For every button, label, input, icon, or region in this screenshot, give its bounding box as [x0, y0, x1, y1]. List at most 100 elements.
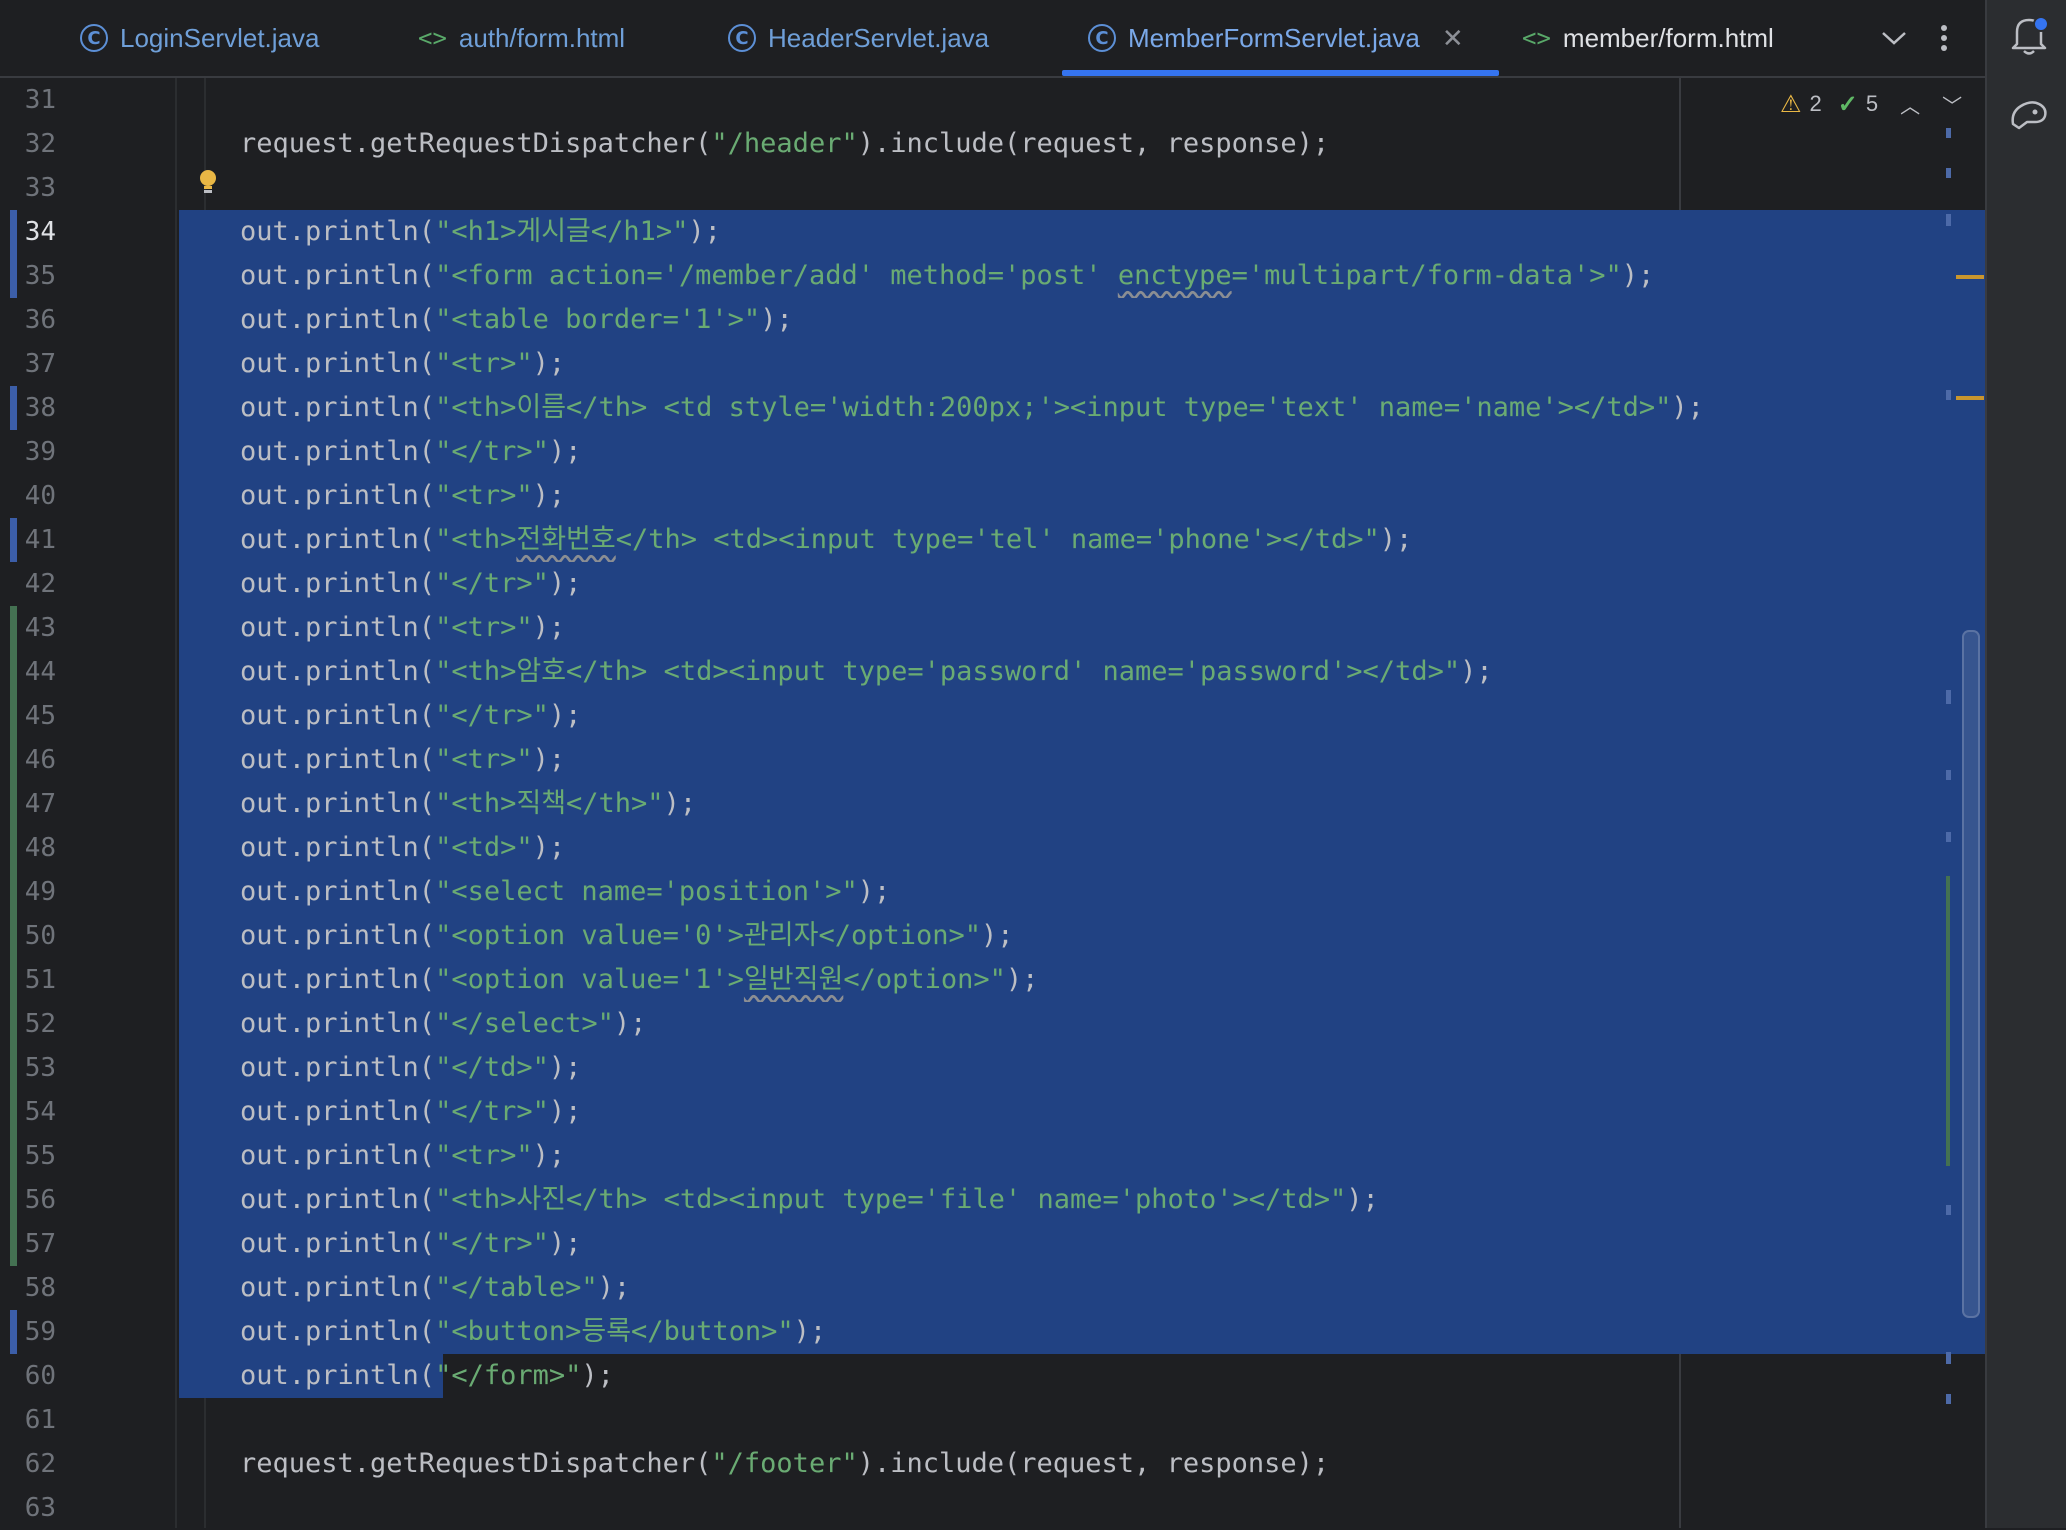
code-text: out.println("</tr>"); — [240, 568, 582, 599]
error-stripe-marker[interactable] — [1946, 214, 1951, 226]
code-text: out.println("<table border='1'>"); — [240, 304, 793, 335]
code-line[interactable]: 63 — [0, 1486, 1985, 1530]
code-line[interactable]: 32 request.getRequestDispatcher("/header"… — [0, 122, 1985, 166]
code-text: out.println("<option value='1'>일반직원</opt… — [240, 964, 1039, 995]
warning-icon: ⚠ — [1780, 90, 1802, 118]
line-number: 42 — [24, 569, 56, 599]
code-text: request.getRequestDispatcher("/header").… — [240, 128, 1330, 159]
code-line[interactable]: 55 out.println("<tr>"); — [0, 1134, 1985, 1178]
line-number: 41 — [24, 525, 56, 555]
error-stripe-marker[interactable] — [1946, 770, 1951, 780]
error-stripe-marker[interactable] — [1946, 690, 1951, 704]
vcs-stripe-marker[interactable] — [1946, 876, 1950, 1166]
code-text: out.println("<tr>"); — [240, 348, 566, 379]
html-file-icon: <> — [418, 24, 447, 52]
code-line[interactable]: 51 out.println("<option value='1'>일반직원</o… — [0, 958, 1985, 1002]
code-line[interactable]: 34 out.println("<h1>게시글</h1>"); — [0, 210, 1985, 254]
code-line[interactable]: 49 out.println("<select name='position'>"… — [0, 870, 1985, 914]
code-line[interactable]: 41 out.println("<th>전화번호</th> <td><input … — [0, 518, 1985, 562]
line-number: 59 — [24, 1317, 56, 1347]
line-number: 38 — [24, 393, 56, 423]
warning-stripe-marker[interactable] — [1956, 396, 1984, 400]
code-line[interactable]: 36 out.println("<table border='1'>"); — [0, 298, 1985, 342]
error-stripe-marker[interactable] — [1946, 128, 1951, 138]
ai-assistant-icon[interactable] — [2007, 94, 2051, 134]
code-line[interactable]: 61 — [0, 1398, 1985, 1442]
line-number: 49 — [24, 877, 56, 907]
line-number: 32 — [24, 129, 56, 159]
warning-count: 2 — [1809, 91, 1822, 116]
more-vertical-icon[interactable] — [1922, 16, 1966, 60]
tab-label: auth/form.html — [458, 22, 626, 53]
code-line[interactable]: 42 out.println("</tr>"); — [0, 562, 1985, 606]
code-line[interactable]: 53 out.println("</td>"); — [0, 1046, 1985, 1090]
notification-badge — [2033, 16, 2049, 32]
code-line[interactable]: 52 out.println("</select>"); — [0, 1002, 1985, 1046]
code-line[interactable]: 44 out.println("<th>암호</th> <td><input ty… — [0, 650, 1985, 694]
code-line[interactable]: 45 out.println("</tr>"); — [0, 694, 1985, 738]
code-line[interactable]: 33 — [0, 166, 1985, 210]
code-line[interactable]: 40 out.println("<tr>"); — [0, 474, 1985, 518]
tab-auth-form[interactable]: <> auth/form.html — [418, 0, 625, 76]
code-line[interactable]: 38 out.println("<th>이름</th> <td style='wi… — [0, 386, 1985, 430]
tab-label: member/form.html — [1562, 22, 1774, 53]
code-line[interactable]: 48 out.println("<td>"); — [0, 826, 1985, 870]
code-line[interactable]: 58 out.println("</table>"); — [0, 1266, 1985, 1310]
line-number: 52 — [24, 1009, 56, 1039]
error-stripe-marker[interactable] — [1946, 390, 1951, 400]
code-line[interactable]: 37 out.println("<tr>"); — [0, 342, 1985, 386]
code-text: out.println("<th>사진</th> <td><input type… — [240, 1184, 1379, 1215]
code-text: out.println("</tr>"); — [240, 436, 582, 467]
warning-stripe-marker[interactable] — [1956, 275, 1984, 279]
code-line[interactable]: 62 request.getRequestDispatcher("/footer"… — [0, 1442, 1985, 1486]
chevron-down-icon[interactable] — [1872, 16, 1916, 60]
code-line[interactable]: 35 out.println("<form action='/member/add… — [0, 254, 1985, 298]
line-number: 58 — [24, 1273, 56, 1303]
inspection-widget[interactable]: ⚠ 2 ✓ 5 ︿ ﹀ — [1780, 86, 1962, 122]
next-highlight-icon[interactable]: ﹀ — [1942, 90, 1962, 119]
code-line[interactable]: 50 out.println("<option value='0'>관리자</op… — [0, 914, 1985, 958]
ok-count: 5 — [1865, 91, 1879, 116]
code-text: out.println("<select name='position'>"); — [240, 876, 891, 907]
line-number: 57 — [24, 1229, 56, 1259]
code-text: request.getRequestDispatcher("/footer").… — [240, 1448, 1330, 1479]
tab-header-servlet[interactable]: C HeaderServlet.java — [728, 0, 989, 76]
line-number: 56 — [24, 1185, 56, 1215]
error-stripe-marker[interactable] — [1946, 1352, 1951, 1364]
code-text: out.println("</table>"); — [240, 1272, 631, 1303]
code-text: out.println("</td>"); — [240, 1052, 582, 1083]
code-line[interactable]: 43 out.println("<tr>"); — [0, 606, 1985, 650]
code-line[interactable]: 54 out.println("</tr>"); — [0, 1090, 1985, 1134]
code-text: out.println("<td>"); — [240, 832, 566, 863]
tab-label: LoginServlet.java — [120, 22, 320, 53]
code-line[interactable]: 56 out.println("<th>사진</th> <td><input ty… — [0, 1178, 1985, 1222]
code-text: out.println("<th>직책</th>"); — [240, 788, 697, 819]
class-icon: C — [1088, 24, 1116, 52]
error-stripe-marker[interactable] — [1946, 1205, 1951, 1215]
line-number: 45 — [24, 701, 56, 731]
line-number: 51 — [24, 965, 56, 995]
code-line[interactable]: 60 out.println("</form>"); — [0, 1354, 1985, 1398]
error-stripe-marker[interactable] — [1946, 168, 1951, 178]
previous-highlight-icon[interactable]: ︿ — [1900, 90, 1920, 119]
html-file-icon: <> — [1522, 24, 1551, 52]
code-line[interactable]: 47 out.println("<th>직책</th>"); — [0, 782, 1985, 826]
line-number: 61 — [24, 1405, 56, 1435]
error-stripe-marker[interactable] — [1946, 1394, 1951, 1404]
error-stripe-marker[interactable] — [1946, 832, 1951, 842]
close-icon[interactable]: ✕ — [1442, 23, 1464, 54]
code-line[interactable]: 39 out.println("</tr>"); — [0, 430, 1985, 474]
line-number: 60 — [24, 1361, 56, 1391]
tab-login-servlet[interactable]: C LoginServlet.java — [80, 0, 319, 76]
code-line[interactable]: 57 out.println("</tr>"); — [0, 1222, 1985, 1266]
tab-member-form-html[interactable]: <> member/form.html — [1522, 0, 1774, 76]
line-number: 39 — [24, 437, 56, 467]
code-line[interactable]: 59 out.println("<button>등록</button>"); — [0, 1310, 1985, 1354]
tab-member-form-servlet[interactable]: C MemberFormServlet.java ✕ — [1088, 0, 1464, 76]
line-number: 48 — [24, 833, 56, 863]
line-number: 31 — [24, 85, 56, 115]
code-line[interactable]: 31 — [0, 78, 1985, 122]
code-lines: 31 32 request.getRequestDispatcher("/heade… — [0, 78, 1985, 1530]
vertical-scrollbar[interactable] — [1962, 630, 1980, 1318]
code-line[interactable]: 46 out.println("<tr>"); — [0, 738, 1985, 782]
